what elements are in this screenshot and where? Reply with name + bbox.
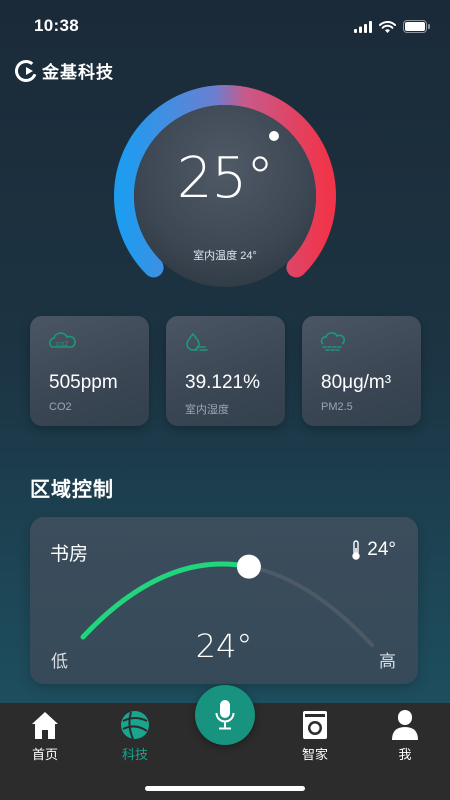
wifi-icon <box>379 20 396 33</box>
home-indicator <box>145 786 305 791</box>
room-card-study[interactable]: 书房 24° 24° 低 高 <box>30 517 418 684</box>
pm25-value: 80μg/m³ <box>321 372 392 393</box>
tab-profile[interactable]: 我 <box>360 703 450 769</box>
slider-thumb[interactable] <box>236 554 261 579</box>
co2-value: 505ppm <box>49 372 118 393</box>
tab-tech[interactable]: 科技 <box>90 703 180 769</box>
battery-icon <box>403 20 430 33</box>
tab-tech-label: 科技 <box>121 747 148 762</box>
slider-low-label: 低 <box>51 652 68 671</box>
tech-icon <box>121 711 149 740</box>
pm25-icon <box>320 332 346 351</box>
co2-label: CO2 <box>49 401 72 413</box>
tab-smart-home[interactable]: 智家 <box>270 703 360 769</box>
home-icon <box>32 712 58 739</box>
humidity-label: 室内湿度 <box>185 404 229 416</box>
profile-icon <box>392 710 418 740</box>
metric-cards: co2 505ppm CO2 39.121% 室内湿度 80μg/m³ PM2.… <box>30 316 422 426</box>
pm25-card[interactable]: 80μg/m³ PM2.5 <box>302 316 421 426</box>
thermostat-knob <box>269 131 279 141</box>
slider-high-label: 高 <box>379 652 396 671</box>
pm25-label: PM2.5 <box>321 401 353 413</box>
room-set-temperature: 24° <box>195 627 253 665</box>
humidity-value: 39.121% <box>185 372 261 393</box>
voice-button[interactable] <box>195 685 255 745</box>
tab-smart-home-label: 智家 <box>301 747 328 762</box>
signal-icon <box>354 20 372 33</box>
humidity-card[interactable]: 39.121% 室内湿度 <box>166 316 285 426</box>
co2-card[interactable]: co2 505ppm CO2 <box>30 316 149 426</box>
zone-control-title: 区域控制 <box>30 479 114 501</box>
tab-home[interactable]: 首页 <box>0 703 90 769</box>
co2-icon: co2 <box>49 332 76 348</box>
status-icons <box>354 20 430 33</box>
tab-home-label: 首页 <box>31 747 58 762</box>
svg-text:co2: co2 <box>56 340 69 348</box>
indoor-temperature-label: 室内温度 24° <box>193 250 257 262</box>
humidity-icon <box>186 332 208 351</box>
thermostat-temperature: 25° <box>176 146 274 211</box>
microphone-icon <box>215 700 235 730</box>
status-bar: 10:38 <box>0 0 450 52</box>
tab-profile-label: 我 <box>398 747 412 762</box>
smart-home-icon <box>303 711 327 739</box>
status-time: 10:38 <box>34 16 79 35</box>
